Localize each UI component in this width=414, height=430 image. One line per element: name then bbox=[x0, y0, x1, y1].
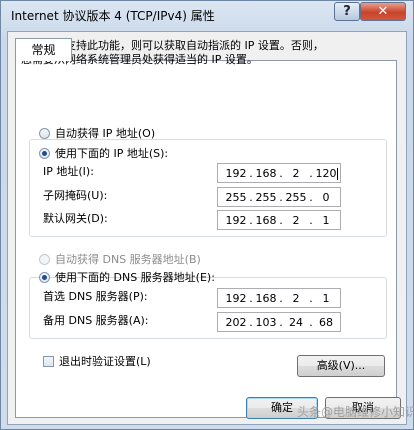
pdns-octet-4: 1 bbox=[322, 292, 330, 305]
radio-manual-ip-circle[interactable] bbox=[39, 147, 50, 159]
adns-octet-2: 103 bbox=[255, 316, 277, 329]
ip-octet-2: 168 bbox=[255, 167, 277, 180]
validate-checkbox-row[interactable]: 退出时验证设置(L) bbox=[43, 353, 151, 369]
pdns-octet-1: 192 bbox=[225, 292, 247, 305]
mask-octet-4: 0 bbox=[322, 191, 330, 204]
dialog-window: Internet 协议版本 4 (TCP/IPv4) 属性 ? ✕ 常规 如果网… bbox=[0, 0, 414, 430]
ip-address-input[interactable]: 192 . 168 . 2 . 120 bbox=[217, 163, 341, 183]
subnet-mask-input[interactable]: 255 . 255 . 255 . 0 bbox=[217, 187, 341, 207]
adns-octet-3: 24 bbox=[289, 316, 303, 329]
adns-octet-4: 68 bbox=[319, 316, 333, 329]
radio-auto-ip[interactable]: 自动获得 IP 地址(O) bbox=[39, 125, 155, 141]
ip-octet-1: 192 bbox=[225, 167, 247, 180]
mask-octet-2: 255 bbox=[255, 191, 277, 204]
advanced-button[interactable]: 高级(V)... bbox=[297, 355, 385, 377]
watermark-text: 头条@电脑维修小知识 bbox=[297, 405, 414, 419]
ip-address-label: IP 地址(I): bbox=[43, 165, 94, 178]
preferred-dns-input[interactable]: 192 . 168 . 2 . 1 bbox=[217, 288, 341, 308]
radio-auto-dns-circle[interactable] bbox=[39, 253, 50, 265]
description: 如果网络支持此功能，则可以获取自动指派的 IP 设置。否则， 您需要从网络系统管… bbox=[21, 39, 381, 67]
gateway-octet-2: 168 bbox=[255, 214, 277, 227]
radio-manual-dns-circle[interactable] bbox=[39, 271, 50, 283]
gateway-octet-3: 2 bbox=[292, 214, 300, 227]
subnet-mask-label: 子网掩码(U): bbox=[43, 189, 108, 202]
alternate-dns-label: 备用 DNS 服务器(A): bbox=[43, 314, 149, 327]
help-button[interactable]: ? bbox=[334, 2, 360, 21]
text-caret bbox=[337, 168, 338, 180]
gateway-octet-1: 192 bbox=[225, 214, 247, 227]
radio-auto-dns-label: 自动获得 DNS 服务器地址(B) bbox=[55, 253, 201, 266]
tab-general[interactable]: 常规 bbox=[15, 38, 72, 61]
ip-octet-3: 2 bbox=[292, 167, 300, 180]
preferred-dns-label: 首选 DNS 服务器(P): bbox=[43, 290, 148, 303]
radio-manual-ip[interactable]: 使用下面的 IP 地址(S): bbox=[39, 145, 168, 161]
alternate-dns-input[interactable]: 202 . 103 . 24 . 68 bbox=[217, 312, 341, 332]
close-button[interactable]: ✕ bbox=[360, 2, 406, 21]
adns-octet-1: 202 bbox=[225, 316, 247, 329]
gateway-octet-4: 1 bbox=[322, 214, 330, 227]
validate-label: 退出时验证设置(L) bbox=[59, 355, 151, 368]
gateway-label: 默认网关(D): bbox=[43, 212, 108, 225]
pdns-octet-3: 2 bbox=[292, 292, 300, 305]
description-line-2: 您需要从网络系统管理员处获得适当的 IP 设置。 bbox=[21, 53, 258, 66]
title-bar[interactable]: Internet 协议版本 4 (TCP/IPv4) 属性 ? ✕ bbox=[1, 1, 413, 27]
radio-auto-ip-label: 自动获得 IP 地址(O) bbox=[55, 127, 156, 140]
radio-manual-dns-label: 使用下面的 DNS 服务器地址(E): bbox=[55, 271, 215, 284]
mask-octet-1: 255 bbox=[225, 191, 247, 204]
radio-auto-ip-circle[interactable] bbox=[39, 127, 50, 139]
pdns-octet-2: 168 bbox=[255, 292, 277, 305]
radio-manual-ip-label: 使用下面的 IP 地址(S): bbox=[55, 147, 169, 160]
mask-octet-3: 255 bbox=[285, 191, 307, 204]
radio-manual-dns[interactable]: 使用下面的 DNS 服务器地址(E): bbox=[39, 269, 215, 285]
validate-checkbox[interactable] bbox=[43, 355, 54, 367]
radio-auto-dns[interactable]: 自动获得 DNS 服务器地址(B) bbox=[39, 251, 201, 267]
gateway-input[interactable]: 192 . 168 . 2 . 1 bbox=[217, 210, 341, 230]
window-title: Internet 协议版本 4 (TCP/IPv4) 属性 bbox=[11, 9, 215, 23]
ip-octet-4: 120 bbox=[315, 167, 337, 180]
description-line-1: 如果网络支持此功能，则可以获取自动指派的 IP 设置。否则， bbox=[21, 39, 324, 52]
